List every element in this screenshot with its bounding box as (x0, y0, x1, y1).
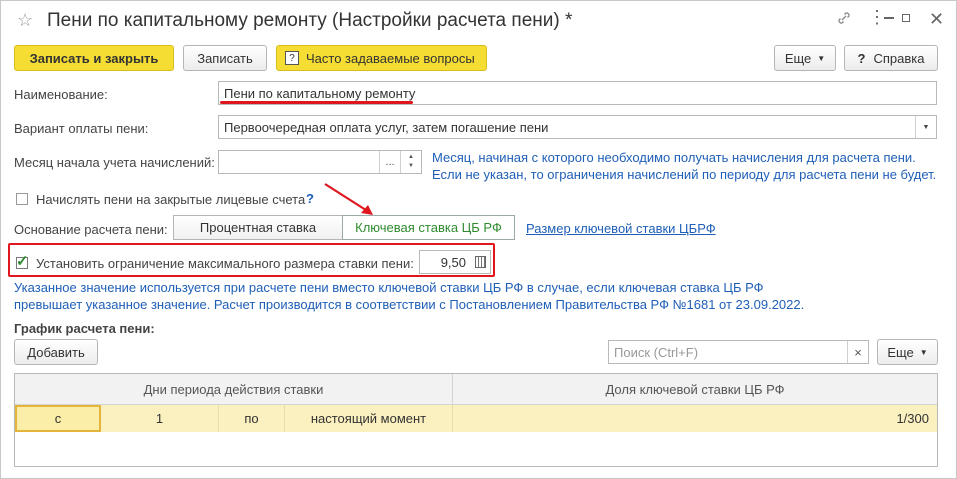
payment-variant-select[interactable]: Первоочередная оплата услуг, затем погаш… (218, 115, 937, 139)
help-question-icon[interactable]: ? (306, 191, 314, 206)
maximize-icon[interactable] (902, 14, 910, 22)
name-field-value: Пени по капитальному ремонту (224, 85, 416, 101)
limit-value-field[interactable]: 9,50 (419, 250, 491, 274)
minimize-icon[interactable] (884, 17, 894, 19)
column-header-days-label: Дни периода действия ставки (143, 381, 324, 397)
row-from-value-cell[interactable]: 1 (101, 405, 219, 432)
month-hint-line-1: Месяц, начиная с которого необходимо пол… (432, 150, 916, 165)
row-to-label-cell[interactable]: по (219, 405, 285, 432)
row-share-cell[interactable]: 1/300 (453, 405, 937, 432)
payment-variant-label: Вариант оплаты пени: (14, 121, 149, 136)
row-to-value: настоящий момент (310, 411, 427, 426)
more-label: Еще (784, 50, 812, 66)
row-from-value: 1 (155, 411, 164, 426)
row-from-label-cell[interactable]: с (15, 405, 101, 432)
month-select-button[interactable]: ... (379, 151, 400, 173)
schedule-more-label: Еще (887, 344, 914, 360)
column-header-days[interactable]: Дни периода действия ставки (15, 374, 453, 404)
month-start-field[interactable]: ... ▲ ▼ (218, 150, 422, 174)
basis-option-key-rate-label: Ключевая ставка ЦБ РФ (355, 220, 502, 235)
table-header: Дни периода действия ставки Доля ключево… (15, 374, 937, 405)
row-to-label: по (244, 411, 259, 426)
limit-hint-line-2: превышает указанное значение. Расчет про… (14, 297, 805, 312)
stepper-up-icon[interactable]: ▲ (408, 153, 414, 162)
link-icon[interactable] (837, 11, 851, 29)
search-placeholder: Поиск (Ctrl+F) (614, 344, 699, 360)
limit-hint-line-1: Указанное значение используется при расч… (14, 280, 764, 295)
month-hint-line-2: Если не указан, то ограничения начислени… (432, 167, 937, 182)
name-label: Наименование: (14, 87, 108, 102)
closed-accounts-label: Начислять пени на закрытые лицевые счета (36, 192, 306, 207)
save-button[interactable]: Записать (183, 45, 267, 71)
basis-option-percent-label: Процентная ставка (199, 220, 317, 235)
closed-accounts-checkbox[interactable] (16, 193, 28, 205)
stepper-down-icon[interactable]: ▼ (408, 162, 414, 171)
basis-label: Основание расчета пени: (14, 222, 168, 237)
column-header-share[interactable]: Доля ключевой ставки ЦБ РФ (453, 374, 937, 404)
favorite-star-icon[interactable]: ☆ (17, 10, 33, 31)
save-and-close-label: Записать и закрыть (29, 50, 159, 66)
limit-label: Установить ограничение максимального раз… (36, 256, 414, 271)
faq-button[interactable]: ? Часто задаваемые вопросы (276, 45, 487, 71)
column-header-share-label: Доля ключевой ставки ЦБ РФ (605, 381, 785, 397)
basis-option-percent[interactable]: Процентная ставка (173, 215, 343, 240)
help-label: Справка (873, 50, 925, 66)
payment-variant-value: Первоочередная оплата услуг, затем погаш… (224, 119, 549, 135)
search-input[interactable]: Поиск (Ctrl+F) × (608, 340, 869, 364)
add-button[interactable]: Добавить (14, 339, 98, 365)
faq-question-icon: ? (285, 51, 299, 65)
save-and-close-button[interactable]: Записать и закрыть (14, 45, 174, 71)
month-stepper[interactable]: ▲ ▼ (400, 151, 421, 173)
table-row[interactable]: с 1 по настоящий момент 1/300 (15, 405, 937, 432)
close-icon[interactable]: ✕ (929, 9, 944, 30)
dropdown-arrow-icon[interactable]: ▼ (915, 116, 936, 138)
checkmark-icon: ✓ (16, 253, 29, 270)
help-question-icon: ? (857, 50, 866, 66)
calculator-icon[interactable] (475, 256, 486, 268)
dropdown-arrow-icon: ▼ (919, 347, 928, 357)
more-button[interactable]: Еще ▼ (774, 45, 836, 71)
limit-value: 9,50 (440, 254, 466, 270)
month-start-label: Месяц начала учета начислений: (14, 155, 215, 170)
add-label: Добавить (27, 344, 85, 360)
schedule-more-button[interactable]: Еще ▼ (877, 339, 938, 365)
window: ☆ Пени по капитальному ремонту (Настройк… (0, 0, 957, 479)
faq-label: Часто задаваемые вопросы (306, 50, 475, 66)
schedule-table: Дни периода действия ставки Доля ключево… (14, 373, 938, 467)
dropdown-arrow-icon: ▼ (817, 53, 826, 63)
key-rate-link[interactable]: Размер ключевой ставки ЦБРФ (526, 221, 716, 236)
schedule-title: График расчета пени: (14, 321, 155, 336)
save-label: Записать (197, 50, 253, 66)
window-title: Пени по капитальному ремонту (Настройки … (47, 10, 573, 31)
arrow-annotation-icon (324, 183, 373, 215)
clear-search-icon[interactable]: × (847, 341, 868, 363)
row-from-label: с (54, 411, 62, 426)
basis-option-key-rate[interactable]: Ключевая ставка ЦБ РФ (342, 215, 515, 240)
name-underline-annotation (220, 101, 413, 104)
help-button[interactable]: ? Справка (844, 45, 938, 71)
row-to-value-cell[interactable]: настоящий момент (285, 405, 453, 432)
row-share-value: 1/300 (896, 411, 929, 426)
